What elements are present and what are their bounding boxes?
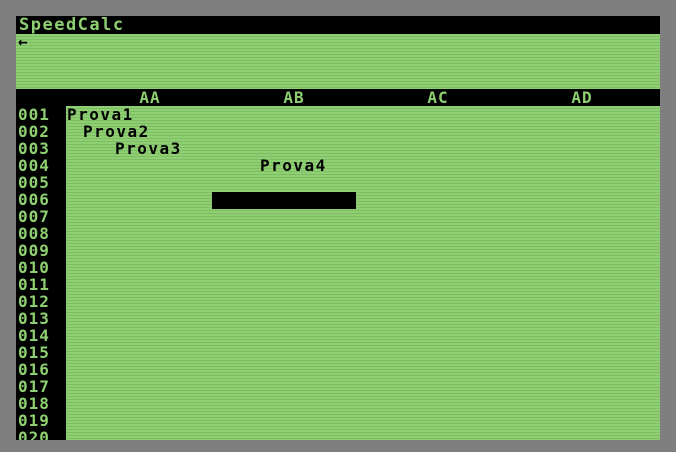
row-number[interactable]: 012 — [16, 293, 66, 310]
row-number[interactable]: 010 — [16, 259, 66, 276]
app-title: SpeedCalc — [19, 16, 125, 35]
column-header-bar: AA AB AC AD — [16, 89, 660, 106]
cell-aa002[interactable]: Prova2 — [83, 123, 150, 140]
column-header-ad[interactable]: AD — [562, 89, 602, 106]
cell-aa003[interactable]: Prova3 — [115, 140, 182, 157]
cell-ab004[interactable]: Prova4 — [260, 157, 327, 174]
row-number[interactable]: 005 — [16, 174, 66, 191]
row-number[interactable]: 007 — [16, 208, 66, 225]
row-number[interactable]: 016 — [16, 361, 66, 378]
column-header-aa[interactable]: AA — [130, 89, 170, 106]
row-number[interactable]: 008 — [16, 225, 66, 242]
column-header-ac[interactable]: AC — [418, 89, 458, 106]
row-number[interactable]: 018 — [16, 395, 66, 412]
row-number[interactable]: 011 — [16, 276, 66, 293]
row-number-column: 001 002 003 004 005 006 007 008 009 010 … — [16, 106, 66, 440]
cell-entry-line[interactable]: ← — [18, 34, 28, 50]
column-header-ab[interactable]: AB — [274, 89, 314, 106]
row-number[interactable]: 002 — [16, 123, 66, 140]
row-number[interactable]: 019 — [16, 412, 66, 429]
left-arrow-prompt-icon: ← — [18, 32, 28, 51]
cell-cursor[interactable] — [212, 192, 356, 209]
row-number[interactable]: 013 — [16, 310, 66, 327]
row-number[interactable]: 017 — [16, 378, 66, 395]
row-number[interactable]: 004 — [16, 157, 66, 174]
row-number[interactable]: 001 — [16, 106, 66, 123]
spreadsheet-screen: SpeedCalc ← AA AB AC AD 001 002 003 004 … — [16, 16, 660, 440]
row-number[interactable]: 014 — [16, 327, 66, 344]
row-number[interactable]: 009 — [16, 242, 66, 259]
cell-aa001[interactable]: Prova1 — [67, 106, 134, 123]
row-number[interactable]: 015 — [16, 344, 66, 361]
row-number[interactable]: 003 — [16, 140, 66, 157]
title-bar: SpeedCalc — [16, 16, 660, 34]
row-number[interactable]: 020 — [16, 429, 66, 440]
row-number[interactable]: 006 — [16, 191, 66, 208]
